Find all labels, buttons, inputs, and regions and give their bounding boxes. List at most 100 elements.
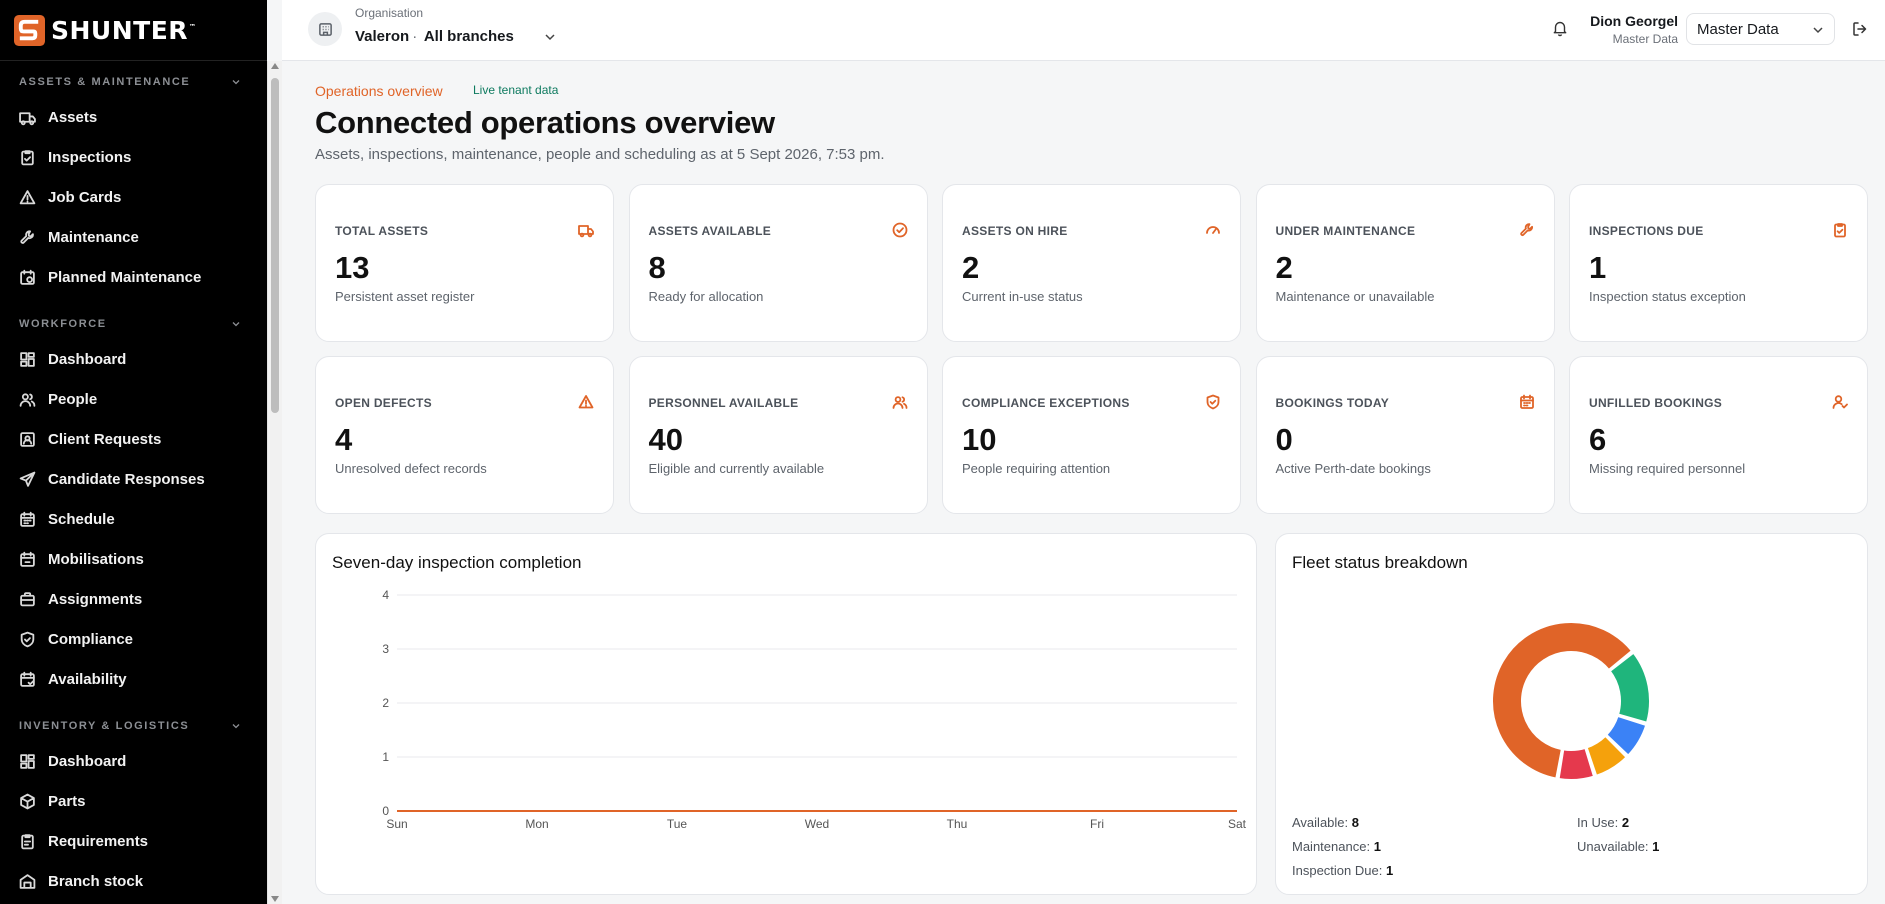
stat-label: BOOKINGS TODAY [1275,396,1390,410]
sidebar-item-workforce-mobilisations[interactable]: Mobilisations [0,539,267,579]
brand-logo[interactable]: SHUNTER™ [0,0,267,61]
section-header-assets-maintenance[interactable]: ASSETS & MAINTENANCE [0,67,267,97]
stat-label: UNFILLED BOOKINGS [1589,396,1723,410]
logout-icon[interactable] [1851,20,1869,38]
x-tick-label: Tue [667,817,688,831]
sidebar-item-inventory-logistics-requirements[interactable]: Requirements [0,821,267,861]
scroll-thumb[interactable] [271,78,279,413]
dashboard-icon [19,351,36,368]
stat-card-unfilled-bookings[interactable]: UNFILLED BOOKINGS 6 Missing required perso… [1569,356,1868,514]
sidebar-item-workforce-people[interactable]: People [0,379,267,419]
sidebar-item-workforce-compliance[interactable]: Compliance [0,619,267,659]
x-tick-label: Sun [386,817,407,831]
stat-label: COMPLIANCE EXCEPTIONS [962,396,1130,410]
inspections-icon [19,149,36,166]
stat-value: 13 [335,250,370,285]
legend-maintenance: Maintenance: 1 [1292,839,1381,854]
brand-name: SHUNTER™ [51,15,197,45]
chevron-down-icon[interactable] [544,31,556,43]
inspection-chart-panel: Seven-day inspection completion 0 1 2 3 4 Sun… [315,533,1257,895]
section-title: INVENTORY & LOGISTICS [19,720,190,732]
sidebar-item-assets-maintenance-planned-maintenance[interactable]: Planned Maintenance [0,257,267,297]
wrench-icon [1519,222,1535,238]
legend-in-use: In Use: 2 [1577,815,1630,830]
x-tick-label: Thu [947,817,968,831]
stat-description: People requiring attention [962,461,1111,476]
section-header-inventory-logistics[interactable]: INVENTORY & LOGISTICS [0,711,267,741]
organisation-icon [308,12,342,46]
sidebar-item-workforce-schedule[interactable]: Schedule [0,499,267,539]
branch-stock-icon [19,873,36,890]
scroll-down-arrow[interactable] [271,896,279,902]
stat-card-open-defects[interactable]: OPEN DEFECTS 4 Unresolved defect records [315,356,614,514]
sidebar-item-workforce-client-requests[interactable]: Client Requests [0,419,267,459]
job-cards-icon [19,189,36,206]
sidebar-item-label: Schedule [48,510,115,528]
shield-icon [1205,394,1221,410]
role-select[interactable]: Master Data [1686,13,1835,45]
sidebar-item-workforce-availability[interactable]: Availability [0,659,267,699]
stat-value: 0 [1275,422,1293,457]
sidebar-item-label: Assignments [48,590,143,608]
stat-value: 2 [1275,250,1293,285]
sidebar-item-label: Client Requests [48,430,162,448]
stat-card-assets-available[interactable]: ASSETS AVAILABLE 8 Ready for allocation [628,184,928,342]
sidebar-scrollbar[interactable] [267,61,282,904]
bell-icon[interactable] [1551,19,1569,37]
sidebar-item-label: Maintenance [48,228,139,246]
sidebar-item-inventory-logistics-branch-stock[interactable]: Branch stock [0,861,267,901]
y-tick-label: 2 [382,696,389,710]
organisation-selector[interactable]: Valeron · All branches [355,28,514,45]
stat-card-under-maintenance[interactable]: UNDER MAINTENANCE 2 Maintenance or unavail… [1255,184,1555,342]
scroll-up-arrow[interactable] [271,63,279,69]
sidebar-nav: ASSETS & MAINTENANCE Assets Inspections Job… [0,61,267,904]
stat-card-total-assets[interactable]: TOTAL ASSETS 13 Persistent asset register [315,184,614,342]
chevron-down-icon [232,80,240,85]
sidebar-item-label: Job Cards [48,188,122,206]
sidebar-item-assets-maintenance-inspections[interactable]: Inspections [0,137,267,177]
sidebar-item-label: Candidate Responses [48,470,205,488]
sidebar-item-assets-maintenance-maintenance[interactable]: Maintenance [0,217,267,257]
stat-card-assets-on-hire[interactable]: ASSETS ON HIRE 2 Current in-use status [942,184,1241,342]
user-role: Master Data [1612,32,1678,46]
sidebar-item-workforce-candidate-responses[interactable]: Candidate Responses [0,459,267,499]
availability-icon [19,671,36,688]
sidebar-item-label: People [48,390,98,408]
sidebar-item-label: Dashboard [48,350,127,368]
gauge-icon [1205,222,1221,238]
sidebar-item-label: Parts [48,792,86,810]
sidebar-item-assets-maintenance-job-cards[interactable]: Job Cards [0,177,267,217]
stat-label: PERSONNEL AVAILABLE [648,396,799,410]
stat-card-personnel-available[interactable]: PERSONNEL AVAILABLE 40 Eligible and curren… [628,356,928,514]
section-header-workforce[interactable]: WORKFORCE [0,309,267,339]
sidebar-item-label: Assets [48,108,98,126]
assets-icon [19,109,36,126]
stat-card-bookings-today[interactable]: BOOKINGS TODAY 0 Active Perth-date booking… [1255,356,1555,514]
planned-maintenance-icon [19,269,36,286]
topbar: Organisation Valeron · All branches Dion … [282,0,1885,61]
schedule-icon [19,511,36,528]
stat-value: 6 [1589,422,1607,457]
sidebar-item-assets-maintenance-assets[interactable]: Assets [0,97,267,137]
sidebar-item-inventory-logistics-dashboard[interactable]: Dashboard [0,741,267,781]
sidebar-item-inventory-logistics-parts[interactable]: Parts [0,781,267,821]
requirements-icon [19,833,36,850]
compliance-icon [19,631,36,648]
section-title: WORKFORCE [19,318,107,330]
stat-label: ASSETS ON HIRE [962,224,1068,238]
stat-description: Missing required personnel [1589,461,1746,476]
sidebar-item-workforce-assignments[interactable]: Assignments [0,579,267,619]
sidebar-item-workforce-dashboard[interactable]: Dashboard [0,339,267,379]
stat-label: OPEN DEFECTS [335,396,432,410]
sidebar: SHUNTER™ ASSETS & MAINTENANCE Assets Inspe… [0,0,267,904]
x-tick-label: Wed [805,817,829,831]
sidebar-item-label: Availability [48,670,127,688]
y-tick-label: 3 [382,642,389,656]
sidebar-item-label: Branch stock [48,872,144,890]
stat-label: TOTAL ASSETS [335,224,429,238]
clipboard-icon [1832,222,1848,238]
stat-value: 8 [648,250,666,285]
organisation-label: Organisation [355,6,424,20]
stat-card-inspections-due[interactable]: INSPECTIONS DUE 1 Inspection status except… [1569,184,1868,342]
stat-card-compliance-exceptions[interactable]: COMPLIANCE EXCEPTIONS 10 People requiring … [942,356,1241,514]
